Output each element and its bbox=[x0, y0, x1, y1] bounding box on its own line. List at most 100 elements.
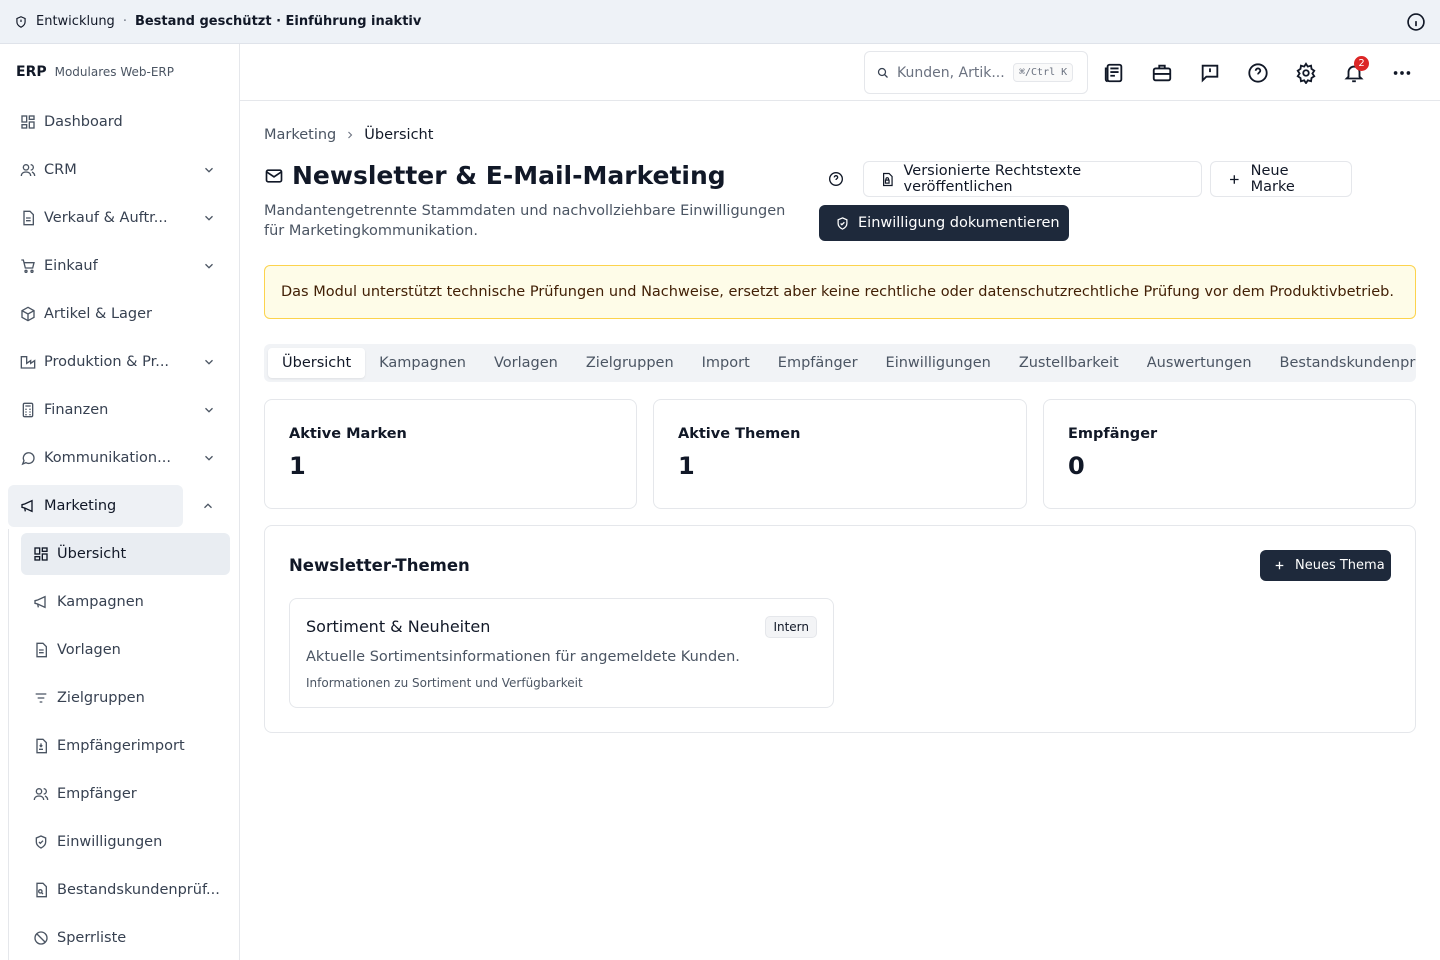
environment-status: Bestand geschützt · Einführung inaktiv bbox=[134, 14, 422, 29]
topic-info: Informationen zu Sortiment und Verfügbar… bbox=[306, 676, 583, 690]
stat-label: Aktive Marken bbox=[289, 426, 407, 442]
chevron-down-icon bbox=[202, 259, 216, 273]
sidebar-item-inventory[interactable]: Artikel & Lager bbox=[8, 293, 230, 335]
sidebar-item-label: Marketing bbox=[44, 498, 117, 514]
document-consent-button[interactable]: Einwilligung dokumentieren bbox=[819, 205, 1069, 241]
page-title-row: Newsletter & E-Mail-Marketing bbox=[264, 161, 726, 190]
shield-check-icon bbox=[835, 216, 850, 231]
brand-logo: ERP bbox=[16, 64, 47, 80]
sidebar-subitem-campaigns[interactable]: Kampagnen bbox=[21, 581, 230, 623]
shield-check-icon bbox=[33, 834, 49, 850]
sidebar-item-label: Übersicht bbox=[57, 546, 127, 562]
sidebar-subitem-recipient-import[interactable]: Empfängerimport bbox=[21, 725, 230, 767]
notification-badge: 2 bbox=[1354, 56, 1369, 71]
users-icon bbox=[33, 786, 49, 802]
sidebar-item-crm[interactable]: CRM bbox=[8, 149, 230, 191]
sidebar-item-finance[interactable]: Finanzen bbox=[8, 389, 230, 431]
sidebar-item-label: Kommunikation... bbox=[44, 450, 171, 466]
sidebar-item-dashboard[interactable]: Dashboard bbox=[8, 101, 230, 143]
sidebar-item-label: Sperrliste bbox=[57, 930, 127, 946]
search-icon bbox=[877, 67, 889, 79]
sidebar-subitem-overview[interactable]: Übersicht bbox=[21, 533, 230, 575]
brand-subtitle: Modulares Web-ERP bbox=[54, 65, 174, 79]
button-label: Neues Thema bbox=[1295, 558, 1385, 573]
tab-import[interactable]: Import bbox=[688, 348, 764, 378]
factory-icon bbox=[20, 354, 36, 370]
stat-label: Empfänger bbox=[1068, 426, 1158, 442]
megaphone-icon bbox=[33, 594, 49, 610]
tab-analytics[interactable]: Auswertungen bbox=[1133, 348, 1266, 378]
sidebar-item-production[interactable]: Produktion & Pr... bbox=[8, 341, 230, 383]
tab-consents[interactable]: Einwilligungen bbox=[872, 348, 1005, 378]
sidebar-item-label: Artikel & Lager bbox=[44, 306, 152, 322]
chat-icon bbox=[20, 450, 36, 466]
chevron-down-icon bbox=[202, 403, 216, 417]
users-icon bbox=[20, 162, 36, 178]
environment-label: Entwicklung bbox=[36, 14, 115, 29]
separator: · bbox=[122, 14, 127, 29]
box-icon bbox=[20, 306, 36, 322]
help-icon[interactable] bbox=[1247, 62, 1269, 84]
shield-icon bbox=[14, 15, 28, 29]
stat-label: Aktive Themen bbox=[678, 426, 801, 442]
sidebar-item-label: Zielgruppen bbox=[57, 690, 145, 706]
sidebar-item-label: Verkauf & Auftr... bbox=[44, 210, 168, 226]
breadcrumb-parent[interactable]: Marketing bbox=[264, 127, 336, 143]
sidebar-item-label: Empfänger bbox=[57, 786, 137, 802]
tab-recipients[interactable]: Empfänger bbox=[764, 348, 872, 378]
feedback-icon[interactable] bbox=[1199, 62, 1221, 84]
sidebar-item-label: Bestandskundenprüf... bbox=[57, 882, 220, 898]
search-input[interactable]: Kunden, Artik... ⌘/Ctrl K bbox=[864, 51, 1088, 94]
mail-icon bbox=[264, 166, 284, 186]
stat-card-recipients: Empfänger 0 bbox=[1043, 399, 1416, 509]
breadcrumb-current: Übersicht bbox=[364, 127, 434, 143]
more-icon[interactable] bbox=[1391, 62, 1413, 84]
publish-legal-texts-button[interactable]: Versionierte Rechtstexte veröffentlichen bbox=[863, 161, 1202, 197]
environment-bar: Entwicklung · Bestand geschützt · Einfüh… bbox=[0, 0, 1440, 44]
tab-overview[interactable]: Übersicht bbox=[268, 348, 366, 378]
tab-campaigns[interactable]: Kampagnen bbox=[365, 348, 480, 378]
filter-icon bbox=[33, 690, 49, 706]
sidebar-subitem-templates[interactable]: Vorlagen bbox=[21, 629, 230, 671]
tab-audiences[interactable]: Zielgruppen bbox=[572, 348, 688, 378]
sidebar-subitem-existing-customer-check[interactable]: Bestandskundenprüf... bbox=[21, 869, 230, 911]
briefcase-icon[interactable] bbox=[1151, 62, 1173, 84]
chevron-down-icon bbox=[202, 451, 216, 465]
sidebar-item-sales[interactable]: Verkauf & Auftr... bbox=[8, 197, 230, 239]
gear-icon[interactable] bbox=[1295, 62, 1317, 84]
chevron-down-icon bbox=[202, 163, 216, 177]
sidebar-item-label: Einkauf bbox=[44, 258, 98, 274]
page-title: Newsletter & E-Mail-Marketing bbox=[292, 161, 726, 190]
tab-existing-customer-check[interactable]: Bestandskundenprüfung bbox=[1266, 348, 1416, 378]
stat-card-active-brands: Aktive Marken 1 bbox=[264, 399, 637, 509]
topic-title: Sortiment & Neuheiten bbox=[306, 617, 491, 636]
search-placeholder: Kunden, Artik... bbox=[897, 64, 1005, 81]
chevron-down-icon bbox=[202, 355, 216, 369]
submenu-line bbox=[8, 529, 9, 960]
sidebar-item-label: Empfängerimport bbox=[57, 738, 185, 754]
topic-card[interactable]: Sortiment & Neuheiten Intern Aktuelle So… bbox=[289, 598, 834, 708]
plus-icon bbox=[1227, 172, 1242, 187]
sidebar-subitem-blocklist[interactable]: Sperrliste bbox=[21, 917, 230, 959]
tab-templates[interactable]: Vorlagen bbox=[480, 348, 572, 378]
news-icon[interactable] bbox=[1103, 62, 1125, 84]
chevron-up-icon[interactable] bbox=[201, 499, 215, 513]
new-topic-button[interactable]: Neues Thema bbox=[1260, 550, 1391, 581]
info-icon[interactable] bbox=[1406, 12, 1426, 32]
new-brand-button[interactable]: Neue Marke bbox=[1210, 161, 1352, 197]
button-label: Einwilligung dokumentieren bbox=[858, 215, 1060, 231]
sidebar-item-purchasing[interactable]: Einkauf bbox=[8, 245, 230, 287]
topic-description: Aktuelle Sortimentsinformationen für ang… bbox=[306, 649, 740, 665]
sidebar-subitem-audiences[interactable]: Zielgruppen bbox=[21, 677, 230, 719]
brand[interactable]: ERP Modulares Web-ERP bbox=[0, 44, 239, 100]
main-content: Marketing Übersicht Newsletter & E-Mail-… bbox=[240, 101, 1440, 960]
sidebar-subitem-recipients[interactable]: Empfänger bbox=[21, 773, 230, 815]
sidebar-item-communication[interactable]: Kommunikation... bbox=[8, 437, 230, 479]
tab-deliverability[interactable]: Zustellbarkeit bbox=[1005, 348, 1133, 378]
sidebar-subitem-consents[interactable]: Einwilligungen bbox=[21, 821, 230, 863]
dashboard-icon bbox=[33, 546, 49, 562]
app-header: Kunden, Artik... ⌘/Ctrl K 2 bbox=[240, 44, 1440, 101]
dashboard-icon bbox=[20, 114, 36, 130]
help-icon[interactable] bbox=[828, 171, 844, 187]
sidebar-item-marketing[interactable]: Marketing bbox=[8, 485, 183, 527]
